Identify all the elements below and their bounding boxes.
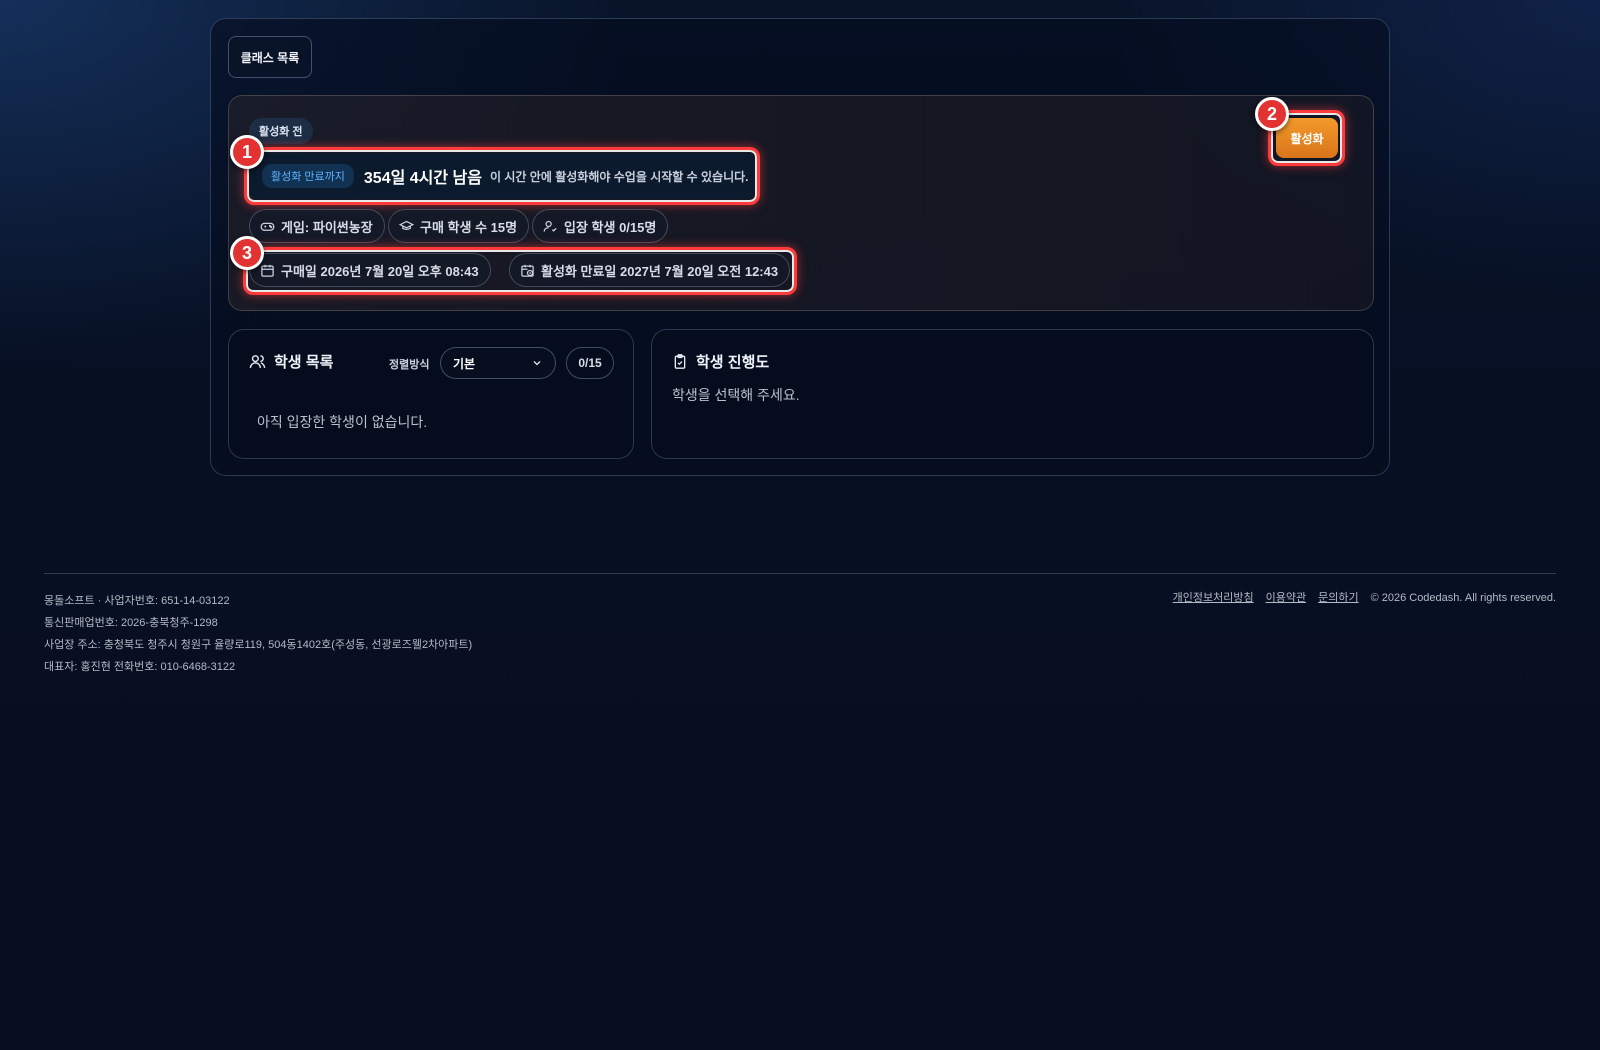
purchased-students-label: 구매 학생 수 15명 — [420, 219, 518, 235]
footer-company-info: 몽돌소프트 · 사업자번호: 651-14-03122 통신판매업번호: 202… — [44, 590, 472, 678]
student-progress-card: 학생 진행도 학생을 선택해 주세요. — [651, 329, 1374, 459]
game-chip: 게임: 파이썬농장 — [249, 209, 385, 243]
users-icon — [249, 355, 266, 368]
progress-title-text: 학생 진행도 — [696, 354, 770, 371]
progress-title: 학생 진행도 — [672, 351, 769, 372]
footer-ceo: 대표자: 홍진현 전화번호: 010-6468-3122 — [44, 661, 236, 673]
sort-select-value: 기본 — [453, 356, 476, 371]
purchased-students-chip: 구매 학생 수 15명 — [388, 209, 530, 243]
highlight-box-1 — [244, 147, 760, 205]
user-check-icon — [543, 220, 557, 232]
privacy-policy-link[interactable]: 개인정보처리방침 — [1173, 590, 1254, 606]
footer-links: 개인정보처리방침 이용약관 문의하기 © 2026 Codedash. All … — [1173, 590, 1556, 606]
student-list-title: 학생 목록 — [249, 351, 333, 372]
class-list-button[interactable]: 클래스 목록 — [228, 36, 312, 78]
select-student-hint: 학생을 선택해 주세요. — [672, 387, 800, 403]
game-label: 게임: 파이썬농장 — [281, 219, 373, 235]
student-list-card: 학생 목록 정렬방식 기본 0/15 아직 입장한 학생이 없습니다. — [228, 329, 634, 459]
footer-address: 사업장 주소: 충청북도 청주시 청원구 율량로119, 504동1402호(주… — [44, 639, 473, 651]
clipboard-check-icon — [674, 354, 686, 369]
empty-student-message: 아직 입장한 학생이 없습니다. — [257, 414, 428, 430]
entered-students-chip: 입장 학생 0/15명 — [532, 209, 669, 243]
graduation-cap-icon — [399, 220, 414, 230]
sort-label: 정렬방식 — [389, 359, 430, 371]
chevron-down-icon — [533, 361, 541, 366]
entered-students-label: 입장 학생 0/15명 — [564, 219, 657, 235]
highlight-box-3 — [243, 247, 797, 295]
class-card: 활성화 전 활성화 만료까지 354일 4시간 남음 이 시간 안에 활성화해야… — [228, 95, 1374, 311]
sort-select[interactable]: 기본 — [440, 347, 556, 379]
terms-link[interactable]: 이용약관 — [1266, 590, 1306, 606]
footer-divider — [44, 573, 1556, 574]
marker-3: 3 — [230, 236, 264, 270]
student-list-title-text: 학생 목록 — [274, 354, 334, 371]
class-detail-panel: 클래스 목록 활성화 전 활성화 만료까지 354일 4시간 남음 이 시간 안… — [210, 18, 1390, 476]
student-count-badge: 0/15 — [566, 347, 614, 379]
copyright-text: © 2026 Codedash. All rights reserved. — [1370, 592, 1556, 604]
footer-company: 몽돌소프트 · 사업자번호: 651-14-03122 — [44, 595, 230, 607]
footer-telecom: 통신판매업번호: 2026-충북청주-1298 — [44, 617, 218, 629]
marker-2: 2 — [1255, 97, 1289, 131]
contact-link[interactable]: 문의하기 — [1318, 590, 1358, 606]
marker-1: 1 — [230, 135, 264, 169]
gamepad-icon — [260, 222, 275, 231]
